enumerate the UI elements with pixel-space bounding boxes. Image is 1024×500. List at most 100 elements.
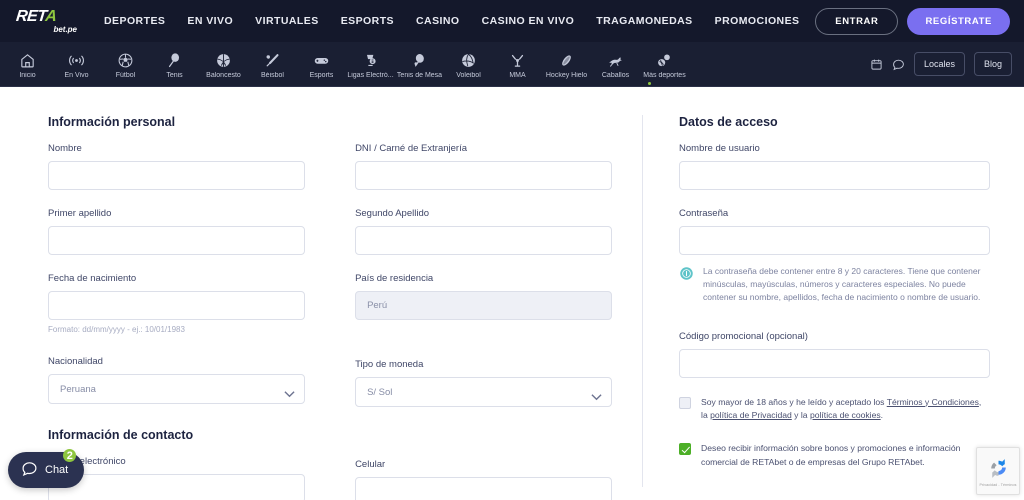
home-icon [19, 52, 36, 69]
label-celular: Celular [355, 459, 386, 470]
sports-item-en-vivo[interactable]: En Vivo [53, 49, 100, 79]
ice-hockey-icon [558, 52, 575, 69]
sports-item-caballos[interactable]: Caballos [592, 49, 639, 79]
logo-subtext: bet.pe [53, 24, 77, 34]
primer-apellido-input[interactable] [48, 226, 306, 255]
label-fecha-nacimiento: Fecha de nacimiento [48, 273, 137, 284]
field-nacionalidad: Nacionalidad Peruana [48, 356, 306, 404]
label-nombre: Nombre [48, 143, 82, 154]
nav-item-casino-en-vivo[interactable]: CASINO EN VIVO [482, 15, 575, 27]
field-celular: Celular [355, 459, 613, 500]
sports-item-mma[interactable]: MMA [494, 49, 541, 79]
codigo-promocional-input[interactable] [679, 348, 991, 378]
nav-item-promociones[interactable]: PROMOCIONES [715, 15, 800, 27]
nav-item-en-vivo[interactable]: EN VIVO [187, 15, 233, 27]
primary-nav: DEPORTES EN VIVO VIRTUALES ESPORTS CASIN… [104, 15, 815, 27]
celular-input[interactable] [355, 477, 613, 500]
sports-item-beisbol[interactable]: Béisbol [249, 49, 296, 79]
calendar-icon[interactable] [870, 58, 883, 71]
nav-item-esports[interactable]: ESPORTS [341, 15, 394, 27]
locales-button[interactable]: Locales [913, 52, 965, 76]
auth-actions: ENTRAR REGÍSTRATE [815, 7, 1010, 35]
section-title-acceso: Datos de acceso [679, 115, 778, 129]
segundo-apellido-input[interactable] [355, 226, 613, 255]
horse-racing-icon [607, 52, 624, 69]
terms-checkbox[interactable] [679, 396, 692, 409]
password-input[interactable] [679, 226, 991, 255]
terms-text-part-3: y la [791, 410, 810, 421]
sports-item-label: En Vivo [64, 72, 89, 79]
chat-bubble-icon[interactable] [892, 58, 905, 71]
password-hint-text: La contraseña debe contener entre 8 y 20… [703, 266, 981, 303]
terms-checkbox-row: Soy mayor de 18 años y he leído y acepta… [679, 396, 990, 424]
nav-item-virtuales[interactable]: VIRTUALES [255, 15, 319, 27]
sports-list: Inicio En Vivo Fútbol Tenis Baloncesto B… [4, 49, 870, 79]
terms-text-part-4: . [880, 410, 884, 421]
usuario-input[interactable] [679, 161, 991, 190]
volleyball-icon [460, 52, 477, 69]
chat-widget[interactable]: Chat 2 [8, 449, 85, 488]
sports-item-label: Inicio [19, 72, 36, 79]
nav-item-casino[interactable]: CASINO [416, 15, 460, 27]
marketing-checkbox-row: Deseo recibir información sobre bonos y … [679, 442, 990, 470]
login-button[interactable]: ENTRAR [815, 7, 899, 35]
sports-item-label: Fútbol [115, 72, 136, 79]
fecha-format-hint: Formato: dd/mm/yyyy - ej.: 10/01/1983 [48, 325, 185, 334]
sports-item-baloncesto[interactable]: Baloncesto [200, 49, 247, 79]
nombre-input[interactable] [48, 161, 306, 190]
field-nombre: Nombre [48, 143, 306, 190]
nav-item-deportes[interactable]: DEPORTES [104, 15, 165, 27]
sports-item-tenis[interactable]: Tenis [151, 49, 198, 79]
sports-item-label: Voleibol [456, 72, 481, 79]
registration-form: Información personal Nombre Primer apell… [0, 87, 1024, 500]
fecha-nacimiento-input[interactable] [48, 291, 306, 320]
sports-item-label: MMA [509, 72, 526, 79]
section-title-personal: Información personal [48, 115, 176, 129]
terms-text-part-1: Soy mayor de 18 años y he leído y acepta… [701, 396, 887, 407]
terms-text: Soy mayor de 18 años y he leído y acepta… [701, 396, 990, 424]
sports-item-label: Más deportes [643, 72, 686, 79]
label-tipo-moneda: Tipo de moneda [355, 359, 424, 370]
register-button[interactable]: REGÍSTRATE [907, 7, 1010, 35]
sports-item-mas-deportes[interactable]: Más deportes [641, 49, 688, 79]
sports-item-hockey-hielo[interactable]: Hockey Hielo [543, 49, 590, 79]
privacy-policy-link[interactable]: política de Privacidad [710, 410, 792, 420]
recaptcha-privacy-terms[interactable]: Privacidad - Términos [980, 483, 1017, 487]
field-usuario: Nombre de usuario [679, 143, 991, 190]
dni-input[interactable] [355, 161, 613, 190]
sports-bar-utilities: Locales Blog [870, 52, 1012, 76]
label-primer-apellido: Primer apellido [48, 208, 112, 219]
site-logo[interactable]: RETA bet.pe [15, 7, 78, 34]
terms-link[interactable]: Términos y Condiciones [887, 397, 979, 407]
marketing-checkbox[interactable] [679, 443, 692, 456]
form-column-acceso: Datos de acceso Nombre de usuario Contra… [679, 115, 991, 500]
recaptcha-badge[interactable]: Privacidad - Términos [976, 447, 1020, 495]
field-tipo-moneda: Tipo de moneda S/ Sol [355, 359, 613, 407]
gamepad-icon [313, 52, 330, 69]
basketball-icon [215, 52, 232, 69]
blog-button[interactable]: Blog [973, 52, 1012, 76]
sports-item-inicio[interactable]: Inicio [4, 49, 51, 79]
cookies-policy-link[interactable]: política de cookies [810, 410, 881, 420]
tipo-moneda-select[interactable]: S/ Sol [355, 377, 613, 407]
live-broadcast-icon [68, 52, 85, 69]
soccer-ball-icon [117, 52, 134, 69]
recaptcha-icon [990, 458, 1006, 478]
tennis-racket-icon [166, 52, 183, 69]
correo-input[interactable] [48, 474, 306, 500]
sports-item-esports[interactable]: Esports [298, 49, 345, 79]
label-password: Contraseña [679, 208, 729, 219]
info-icon [679, 266, 694, 305]
section-title-contacto: Información de contacto [48, 428, 194, 442]
label-nacionalidad: Nacionalidad [48, 356, 103, 367]
sports-item-voleibol[interactable]: Voleibol [445, 49, 492, 79]
sports-item-ligas-electronicas[interactable]: Ligas Electró... [347, 49, 394, 79]
field-segundo-apellido: Segundo Apellido [355, 208, 613, 255]
nav-item-tragamonedas[interactable]: TRAGAMONEDAS [596, 15, 692, 27]
sports-item-label: Hockey Hielo [545, 72, 588, 79]
logo-text: RETA [15, 7, 58, 25]
nacionalidad-select[interactable]: Peruana [48, 374, 306, 404]
sports-item-tenis-de-mesa[interactable]: Tenis de Mesa [396, 49, 443, 79]
sports-item-label: Tenis de Mesa [396, 72, 443, 79]
sports-item-futbol[interactable]: Fútbol [102, 49, 149, 79]
